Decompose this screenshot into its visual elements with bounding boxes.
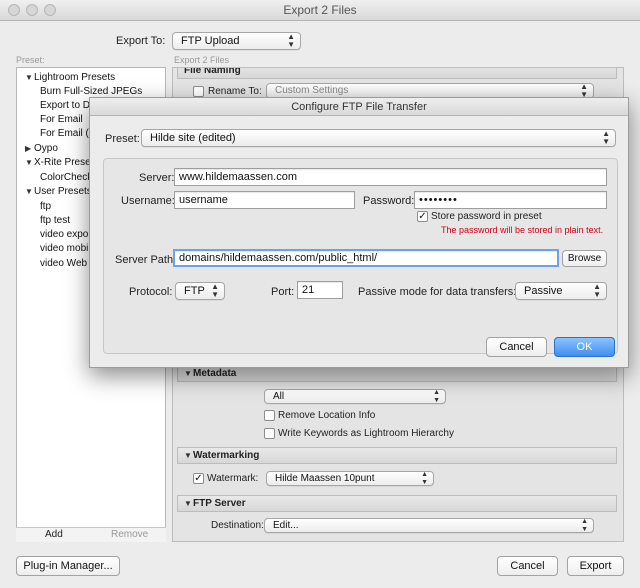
ftp-config-dialog: Configure FTP File Transfer Preset: Hild…: [89, 97, 629, 368]
close-window-button[interactable]: [8, 4, 20, 16]
rename-checkbox[interactable]: [193, 86, 204, 97]
dialog-cancel-button[interactable]: Cancel: [486, 337, 547, 357]
protocol-select[interactable]: FTP ▲ ▼: [175, 282, 225, 300]
watermark-select[interactable]: Hilde Maassen 10punt ▲ ▼: [266, 471, 434, 486]
preset-item[interactable]: ftp test: [40, 215, 70, 226]
disclosure-open-icon[interactable]: ▼: [25, 158, 34, 167]
preset-item[interactable]: video mobile: [40, 243, 96, 254]
username-input[interactable]: username: [174, 191, 355, 209]
chevron-updown-icon: ▲ ▼: [580, 82, 588, 99]
watermarking-header[interactable]: ▼Watermarking: [177, 447, 617, 464]
chevron-updown-icon: ▲ ▼: [287, 32, 295, 49]
preset-toolbar: Add Remove: [16, 527, 166, 542]
file-naming-header[interactable]: File Naming: [177, 68, 617, 79]
store-password-checkbox[interactable]: ✓: [417, 211, 428, 222]
store-password-label: Store password in preset: [431, 211, 542, 222]
port-input[interactable]: 21: [297, 281, 343, 299]
chevron-updown-icon: ▲ ▼: [433, 388, 440, 404]
destination-label: Destination:: [211, 520, 264, 531]
preset-folder-lightroom[interactable]: ▼Lightroom Presets: [25, 72, 115, 83]
section-header: Export 2 Files: [174, 55, 230, 65]
dialog-title: Configure FTP File Transfer: [90, 98, 628, 116]
disclosure-open-icon[interactable]: ▼: [25, 187, 34, 196]
disclosure-open-icon: ▼: [184, 499, 192, 508]
passive-mode-select[interactable]: Passive ▲ ▼: [515, 282, 607, 300]
remove-location-checkbox[interactable]: [264, 410, 275, 421]
dialog-preset-label: Preset:: [105, 133, 140, 145]
disclosure-open-icon: ▼: [184, 451, 192, 460]
disclosure-open-icon: ▼: [184, 369, 192, 378]
server-input[interactable]: www.hildemaassen.com: [174, 168, 607, 186]
preset-header: Preset:: [16, 55, 45, 65]
chevron-updown-icon: ▲ ▼: [581, 517, 588, 533]
preset-folder-user[interactable]: ▼User Presets: [25, 186, 92, 197]
chevron-updown-icon: ▲ ▼: [602, 129, 610, 146]
plugin-manager-button[interactable]: Plug-in Manager...: [16, 556, 120, 576]
preset-item[interactable]: ftp: [40, 201, 51, 212]
disclosure-closed-icon[interactable]: ▶: [25, 144, 34, 153]
plaintext-warning: The password will be stored in plain tex…: [441, 225, 604, 235]
remove-preset-button[interactable]: Remove: [111, 529, 148, 540]
watermark-checkbox[interactable]: ✓: [193, 473, 204, 484]
write-keywords-label: Write Keywords as Lightroom Hierarchy: [278, 428, 454, 439]
export-to-label: Export To:: [116, 35, 166, 47]
write-keywords-checkbox[interactable]: [264, 428, 275, 439]
cancel-button[interactable]: Cancel: [497, 556, 558, 576]
browse-button[interactable]: Browse: [562, 250, 607, 267]
passive-mode-label: Passive mode for data transfers:: [358, 286, 517, 298]
export-button[interactable]: Export: [567, 556, 624, 576]
window-titlebar: Export 2 Files: [0, 0, 640, 21]
rename-label: Rename To:: [208, 86, 262, 97]
password-input[interactable]: ••••••••: [414, 191, 607, 209]
watermark-label: Watermark:: [207, 473, 259, 484]
chevron-updown-icon: ▲ ▼: [593, 282, 601, 299]
username-label: Username:: [121, 195, 175, 207]
preset-folder-xrite[interactable]: ▼X-Rite Presets: [25, 157, 98, 168]
protocol-label: Protocol:: [129, 286, 173, 298]
server-path-input[interactable]: domains/hildemaassen.com/public_html/: [173, 249, 559, 267]
chevron-updown-icon: ▲ ▼: [421, 470, 428, 486]
metadata-include-select[interactable]: All ▲ ▼: [264, 389, 446, 404]
password-label: Password:: [363, 195, 415, 207]
preset-item[interactable]: video export: [40, 229, 94, 240]
server-path-label: Server Path:: [115, 254, 177, 266]
preset-folder-oypo[interactable]: ▶ Oypo: [25, 143, 58, 154]
zoom-window-button[interactable]: [44, 4, 56, 16]
export-to-select[interactable]: FTP Upload ▲ ▼: [172, 32, 301, 50]
window-title: Export 2 Files: [283, 3, 357, 17]
dialog-ok-button[interactable]: OK: [554, 337, 615, 357]
port-label: Port:: [271, 286, 295, 298]
add-preset-button[interactable]: Add: [45, 529, 63, 540]
dialog-preset-select[interactable]: Hilde site (edited) ▲ ▼: [141, 129, 616, 147]
server-label: Server:: [139, 172, 175, 184]
chevron-updown-icon: ▲ ▼: [211, 282, 219, 299]
disclosure-open-icon[interactable]: ▼: [25, 73, 34, 82]
remove-location-label: Remove Location Info: [278, 410, 376, 421]
preset-item[interactable]: Burn Full-Sized JPEGs: [40, 86, 142, 97]
preset-item[interactable]: For Email: [40, 114, 83, 125]
ftp-server-header[interactable]: ▼FTP Server: [177, 495, 617, 512]
destination-select[interactable]: Edit... ▲ ▼: [264, 518, 594, 533]
minimize-window-button[interactable]: [26, 4, 38, 16]
export-to-value: FTP Upload: [181, 35, 240, 47]
